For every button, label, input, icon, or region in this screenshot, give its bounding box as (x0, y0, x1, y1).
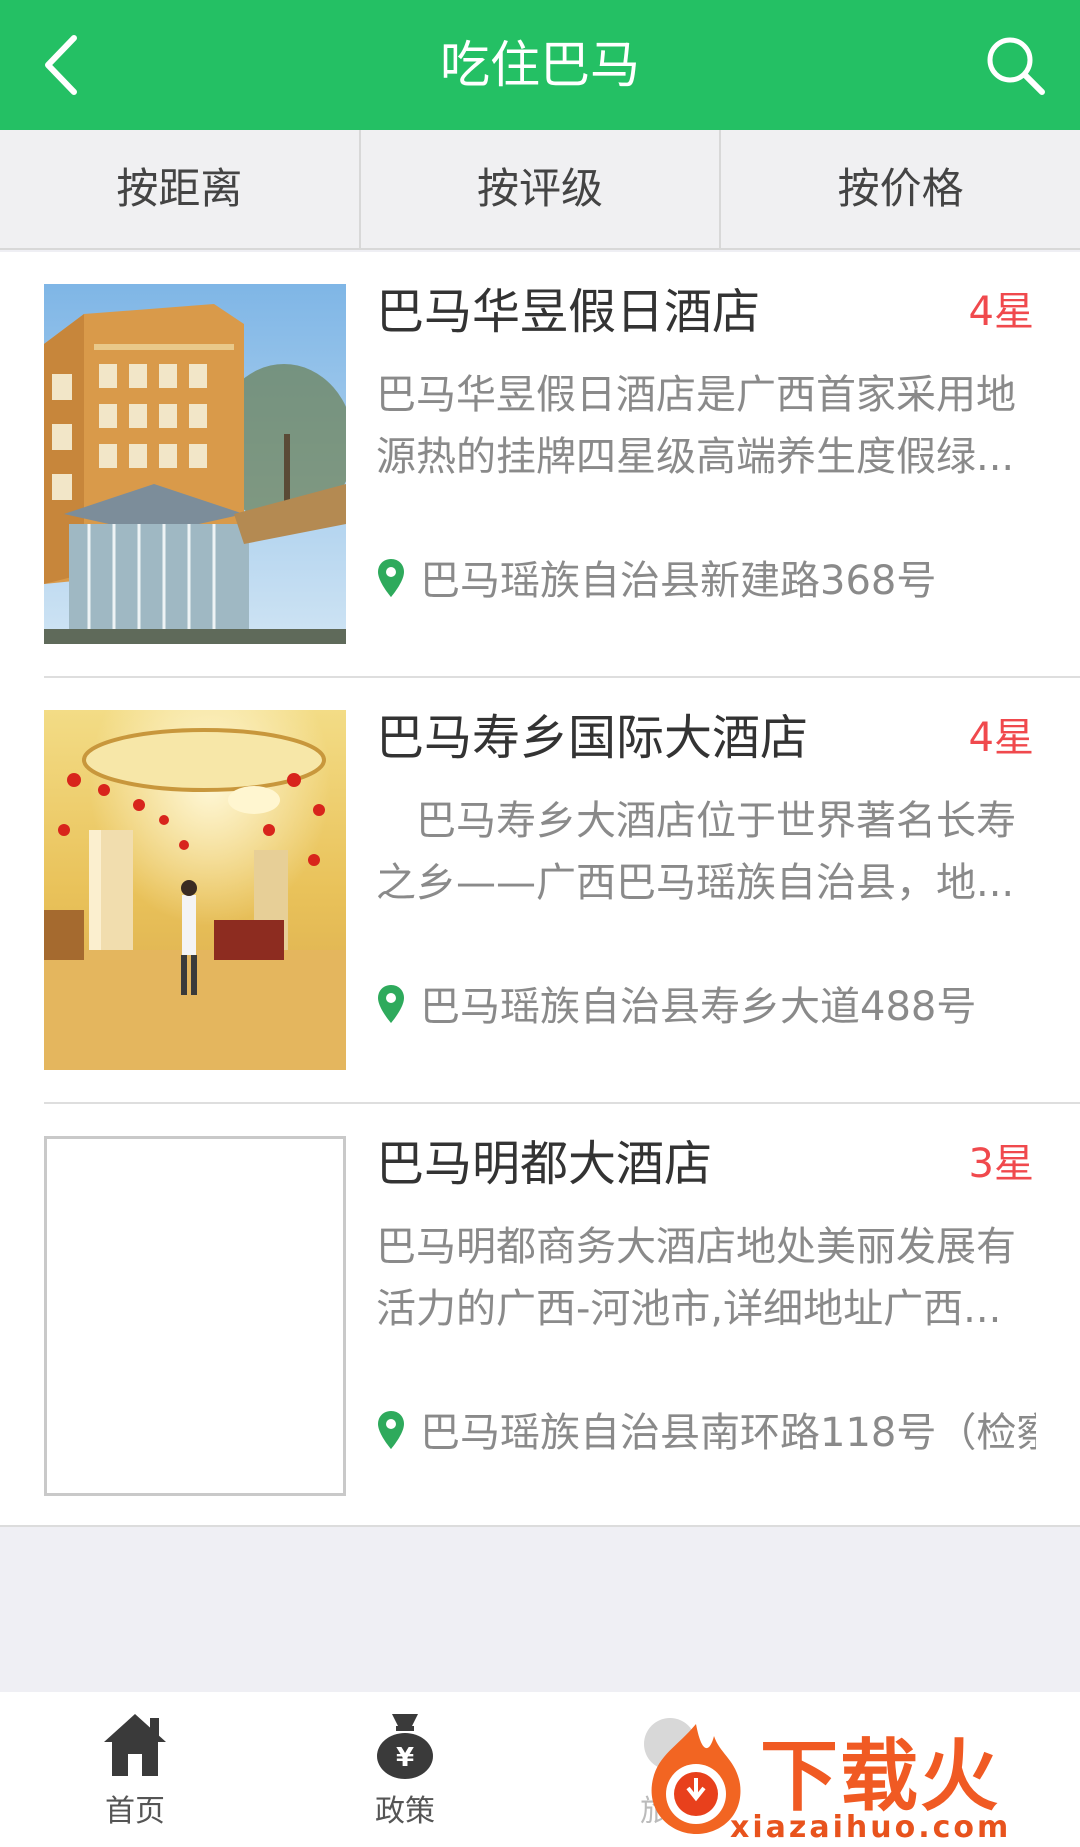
hotel-star-rating: 4星 (968, 715, 1034, 761)
search-icon[interactable] (980, 28, 1050, 102)
hotel-name: 巴马明都大酒店 (376, 1136, 713, 1192)
hotel-lobby-photo (44, 710, 346, 1070)
tab-policy[interactable]: ¥ 政策 (335, 1710, 475, 1830)
hotel-building-photo (44, 284, 346, 644)
hotel-list-item[interactable]: 巴马明都大酒店 3星 巴马明都商务大酒店地处美丽发展有活力的广西-河池市,详细地… (0, 1104, 1080, 1530)
sort-bar: 按距离 按评级 按价格 (0, 130, 1080, 250)
hotel-star-rating: 4星 (968, 289, 1034, 335)
tab-policy-label: 政策 (375, 1794, 435, 1829)
location-pin-icon (378, 1411, 404, 1449)
hotel-address-text: 巴马瑶族自治县寿乡大道488号 (420, 984, 977, 1030)
svg-text:¥: ¥ (396, 1743, 414, 1773)
hotel-list: 巴马华昱假日酒店 4星 巴马华昱假日酒店是广西首家采用地源热的挂牌四星级高端养生… (0, 252, 1080, 1527)
home-icon (104, 1714, 166, 1776)
hotel-address-text: 巴马瑶族自治县南环路118号（检察 (420, 1410, 1036, 1456)
hotel-address: 巴马瑶族自治县南环路118号（检察 (376, 1402, 1036, 1464)
hotel-name: 巴马华昱假日酒店 (376, 284, 761, 340)
location-pin-icon (378, 559, 404, 597)
hotel-name: 巴马寿乡国际大酒店 (376, 710, 809, 766)
sort-by-price-tab[interactable]: 按价格 (721, 130, 1080, 248)
hotel-description: 巴马寿乡大酒店位于世界著名长寿之乡——广西巴马瑶族自治县，地... (376, 798, 1016, 906)
tab-home-label: 首页 (105, 1794, 165, 1829)
hotel-address: 巴马瑶族自治县新建路368号 (376, 550, 1036, 612)
page-title: 吃住巴马 (440, 36, 640, 94)
money-bag-icon: ¥ (377, 1714, 433, 1779)
hotel-star-rating: 3星 (968, 1141, 1034, 1187)
hotel-list-item[interactable]: 巴马华昱假日酒店 4星 巴马华昱假日酒店是广西首家采用地源热的挂牌四星级高端养生… (0, 252, 1080, 678)
app-header: 吃住巴马 (0, 0, 1080, 130)
tab-home[interactable]: 首页 (65, 1710, 205, 1830)
sort-by-distance-tab[interactable]: 按距离 (0, 130, 361, 248)
hotel-address-text: 巴马瑶族自治县新建路368号 (420, 558, 937, 604)
watermark-url: xiazaihuo.com (730, 1810, 1012, 1845)
hotel-address: 巴马瑶族自治县寿乡大道488号 (376, 976, 1036, 1038)
hotel-list-item[interactable]: 巴马寿乡国际大酒店 4星 巴马寿乡大酒店位于世界著名长寿之乡——广西巴马瑶族自治… (0, 678, 1080, 1104)
sort-by-rating-tab[interactable]: 按评级 (361, 130, 722, 248)
hotel-description: 巴马明都商务大酒店地处美丽发展有活力的广西-河池市,详细地址广西... (376, 1224, 1016, 1332)
hotel-description: 巴马华昱假日酒店是广西首家采用地源热的挂牌四星级高端养生度假绿... (376, 372, 1016, 480)
watermark-logo: 下载火 xiazaihuo.com (630, 1700, 1080, 1847)
hotel-image-placeholder (44, 1136, 346, 1496)
location-pin-icon (378, 985, 404, 1023)
